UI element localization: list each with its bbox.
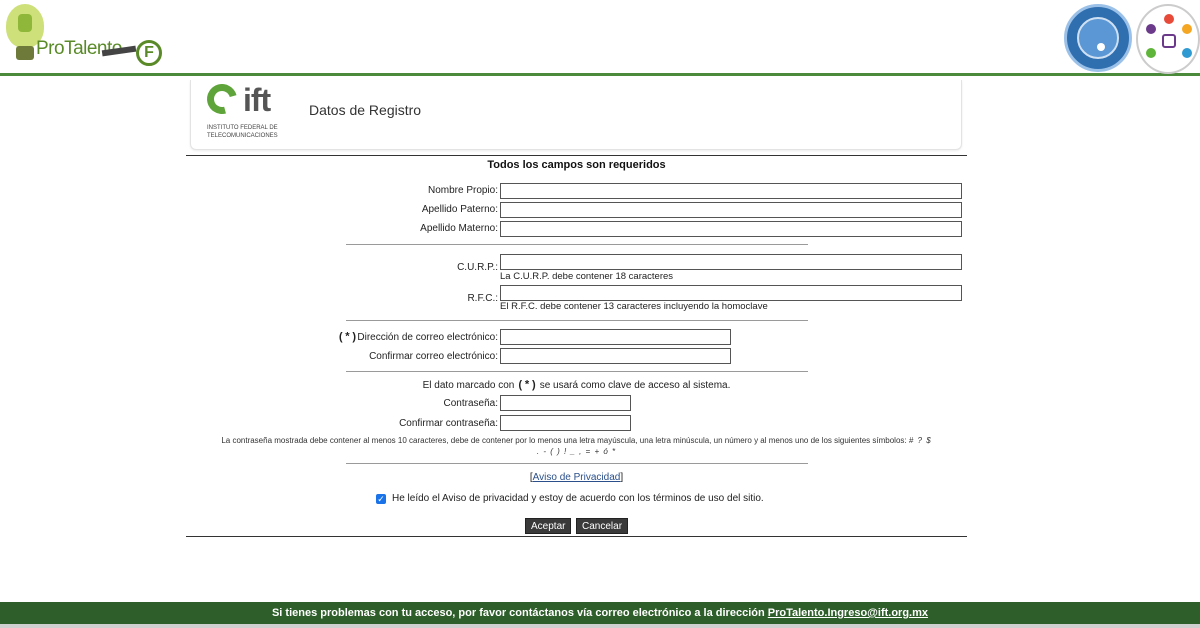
divider (346, 463, 808, 464)
apellido-materno-input[interactable] (500, 221, 962, 237)
password-input[interactable] (500, 395, 631, 411)
registration-form: Todos los campos son requeridos Nombre P… (186, 155, 967, 537)
accept-button[interactable]: Aceptar (525, 518, 572, 534)
rfc-label: R.F.C.: (467, 293, 498, 304)
curp-hint: La C.U.R.P. debe contener 18 caracteres (500, 271, 674, 282)
ift-header-panel: ift INSTITUTO FEDERAL DE TELECOMUNICACIO… (190, 78, 962, 150)
rfc-hint: El R.F.C. debe contener 13 caracteres in… (500, 301, 768, 312)
igualdad-laboral-badge-icon (1136, 4, 1200, 74)
privacy-notice-row: [Aviso de Privacidad] (529, 472, 624, 483)
ift-logo-icon (201, 78, 243, 120)
top-header: ProTalento F (0, 0, 1200, 76)
rfc-input[interactable] (500, 285, 962, 301)
nombre-input[interactable] (500, 183, 962, 199)
email-input[interactable] (500, 329, 731, 345)
privacy-notice-link[interactable]: Aviso de Privacidad (533, 472, 621, 483)
page-title: Datos de Registro (309, 102, 422, 118)
password-rules-note: La contraseña mostrada debe contener al … (221, 436, 932, 456)
access-key-note: El dato marcado con (*) se usará como cl… (422, 380, 731, 392)
ift-f-icon: F (136, 40, 162, 66)
footer-email-link[interactable]: ProTalento.Ingreso@ift.org.mx (768, 607, 928, 619)
ift-logo-text: ift (243, 82, 271, 118)
footer-text: Si tienes problemas con tu acceso, por f… (271, 607, 765, 619)
ift-logo-subtitle: INSTITUTO FEDERAL DE TELECOMUNICACIONES (207, 125, 278, 139)
password-confirm-label: Confirmar contraseña: (399, 418, 498, 429)
curp-input[interactable] (500, 254, 962, 270)
footer-bar: Si tienes problemas con tu acceso, por f… (0, 602, 1200, 624)
apellido-paterno-input[interactable] (500, 202, 962, 218)
footer-strip (0, 624, 1200, 628)
email-confirm-label: Confirmar correo electrónico: (369, 351, 498, 362)
nombre-label: Nombre Propio: (427, 185, 498, 196)
password-label: Contraseña: (443, 398, 498, 409)
divider (346, 320, 808, 321)
protalento-logo[interactable]: ProTalento F (2, 2, 170, 68)
web-access-badge-icon (1064, 4, 1132, 72)
accept-terms-checkbox[interactable]: ✓ (376, 494, 386, 504)
apellido-paterno-label: Apellido Paterno: (421, 204, 498, 215)
divider (346, 371, 808, 372)
curp-label: C.U.R.P.: (457, 262, 498, 273)
required-note: Todos los campos son requeridos (487, 159, 666, 171)
divider (346, 244, 808, 245)
email-label: (*)Dirección de correo electrónico: (337, 332, 498, 344)
email-confirm-input[interactable] (500, 348, 731, 364)
apellido-materno-label: Apellido Materno: (420, 223, 498, 234)
cancel-button[interactable]: Cancelar (576, 518, 629, 534)
accept-terms-label: He leído el Aviso de privacidad y estoy … (392, 493, 764, 504)
password-confirm-input[interactable] (500, 415, 631, 431)
